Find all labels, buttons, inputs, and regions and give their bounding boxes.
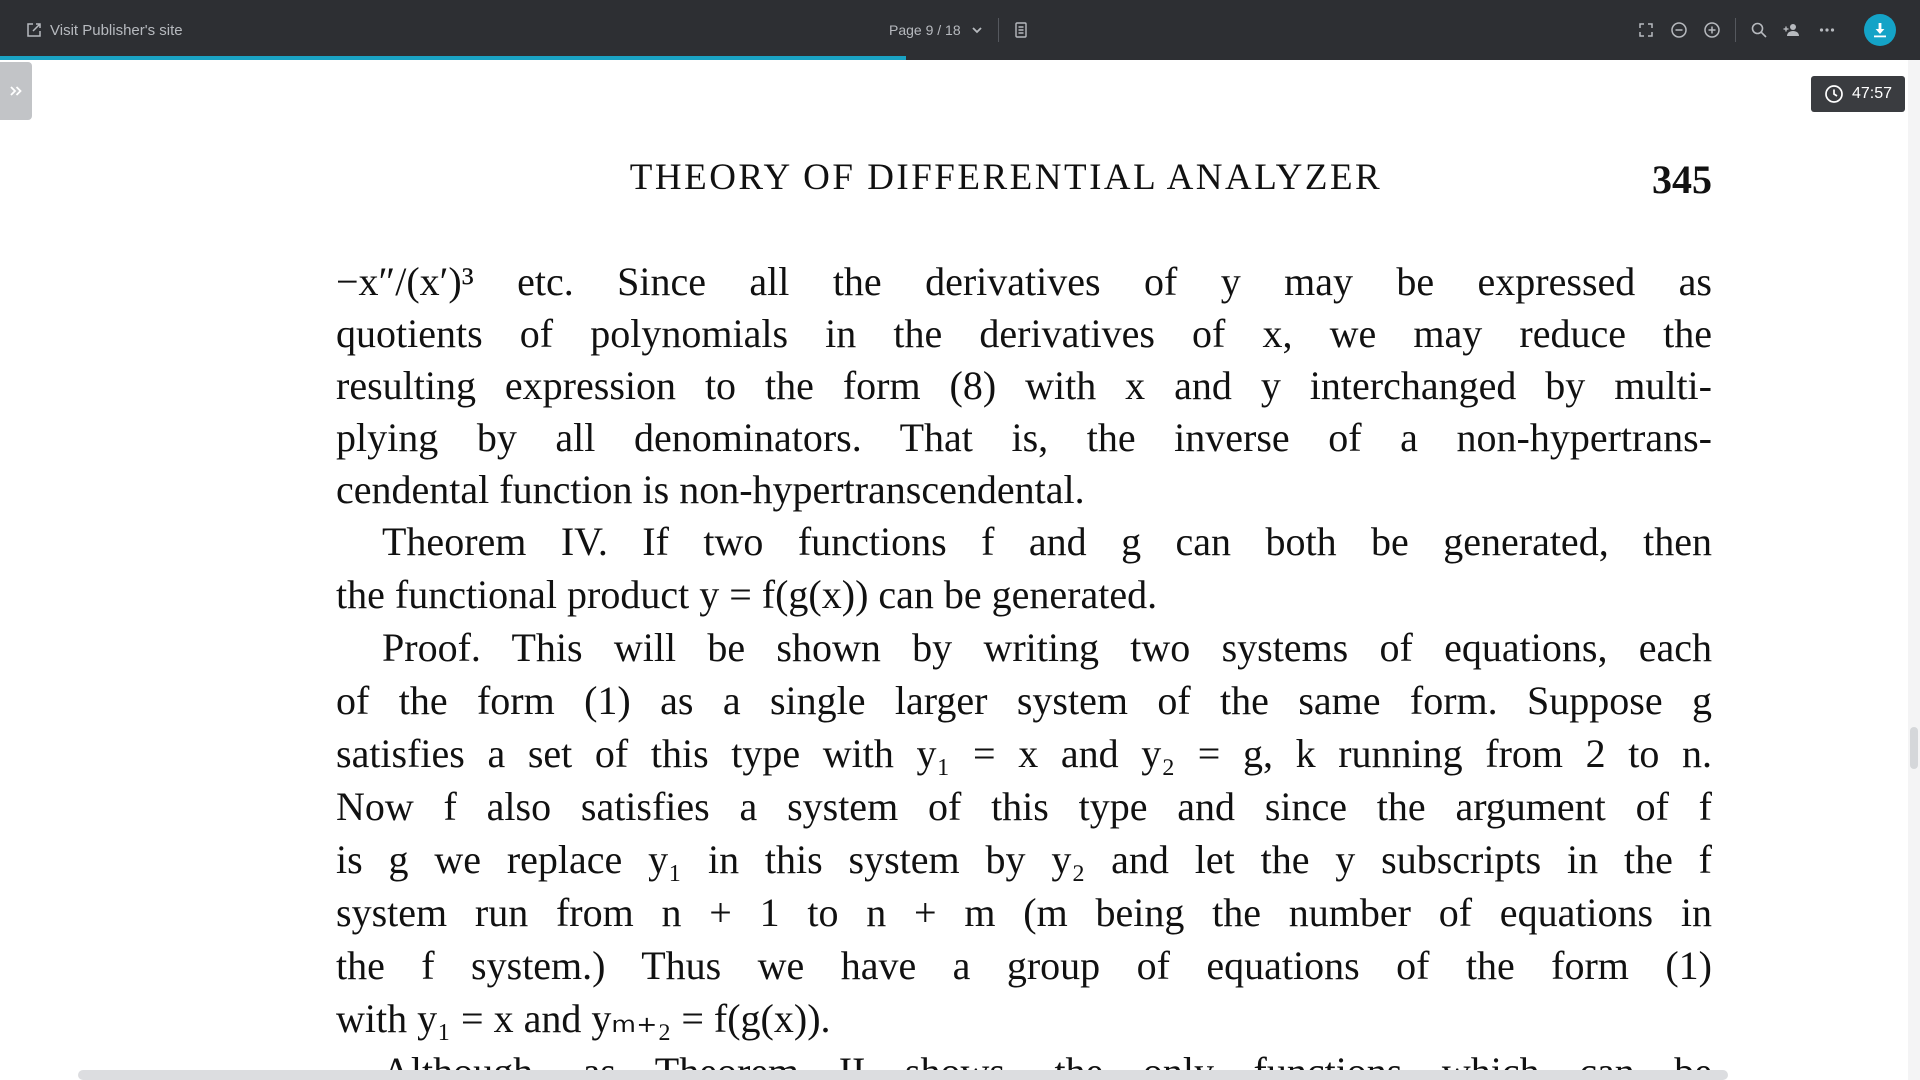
text-line: cendental function is non-hypertranscend…: [336, 467, 1085, 512]
visit-publisher-link[interactable]: Visit Publisher's site: [26, 19, 183, 41]
text-line: Proof. This will be shown by writing two…: [382, 625, 1712, 670]
horizontal-scrollbar[interactable]: [78, 1070, 1728, 1080]
search-icon: [1751, 22, 1767, 38]
text-line: Although, as Theorem II shows, the only …: [336, 1048, 1712, 1070]
zoom-out-icon: [1671, 22, 1687, 38]
text-line: plying by all denominators. That is, the…: [336, 415, 1712, 460]
text-line: satisfies a set of this type with y₁ = x…: [336, 731, 1712, 776]
document-viewport[interactable]: THEORY OF DIFFERENTIAL ANALYZER 345 −x″/…: [0, 60, 1908, 1070]
text-line: quotients of polynomials in the derivati…: [336, 311, 1712, 356]
more-icon: [1819, 28, 1835, 32]
more-options-button[interactable]: [1816, 19, 1838, 41]
text-line: resulting expression to the form (8) wit…: [336, 363, 1712, 408]
vertical-scrollbar-track: [1908, 60, 1920, 1080]
text-line: of the form (1) as a single larger syste…: [336, 678, 1712, 723]
text-line: the functional product y = f(g(x)) can b…: [336, 572, 1158, 617]
timer-value: 47:57: [1851, 85, 1893, 102]
chevron-double-right-icon: [10, 86, 22, 96]
zoom-in-button[interactable]: [1701, 19, 1723, 41]
running-head: THEORY OF DIFFERENTIAL ANALYZER 345: [336, 156, 1712, 206]
fullscreen-button[interactable]: [1635, 19, 1657, 41]
running-head-title: THEORY OF DIFFERENTIAL ANALYZER: [629, 157, 1383, 198]
page-indicator-label: Page 9 / 18: [889, 22, 961, 38]
vertical-scrollbar-thumb[interactable]: [1910, 727, 1918, 769]
reading-timer: 47:57: [1811, 76, 1905, 112]
clock-icon: [1825, 85, 1843, 103]
share-button[interactable]: [1781, 19, 1803, 41]
download-icon: [1874, 23, 1886, 38]
download-button[interactable]: [1864, 14, 1896, 46]
add-user-icon: [1783, 24, 1799, 36]
zoom-in-icon: [1704, 22, 1720, 38]
sidebar-toggle-button[interactable]: [0, 62, 32, 120]
text-line: Theorem IV. If two functions f and g can…: [382, 519, 1712, 564]
search-button[interactable]: [1748, 19, 1770, 41]
text-line: is g we replace y₁ in this system by y₂ …: [336, 837, 1712, 882]
chevron-down-icon: [971, 27, 982, 34]
text-line: Now f also satisfies a system of this ty…: [336, 784, 1712, 829]
toolbar: Visit Publisher's site Page 9 / 18: [0, 0, 1920, 60]
visit-publisher-label: Visit Publisher's site: [50, 21, 183, 39]
toolbar-separator: [998, 18, 999, 42]
zoom-out-button[interactable]: [1668, 19, 1690, 41]
page-view-button[interactable]: [1010, 19, 1032, 41]
text-line: system run from n + 1 to n + m (m being …: [336, 890, 1712, 935]
text-line: the f system.) Thus we have a group of e…: [336, 943, 1712, 988]
toolbar-separator: [1735, 18, 1736, 42]
text-line: −x″/(x′)³ etc. Since all the derivatives…: [336, 259, 1712, 304]
page-number: 345: [1652, 157, 1712, 202]
fullscreen-icon: [1639, 23, 1653, 37]
page-view-icon: [1015, 22, 1027, 38]
text-line: with y₁ = x and yₘ₊₂ = f(g(x)).: [336, 996, 831, 1041]
external-link-icon: [27, 23, 41, 37]
page-selector[interactable]: Page 9 / 18: [889, 19, 983, 41]
